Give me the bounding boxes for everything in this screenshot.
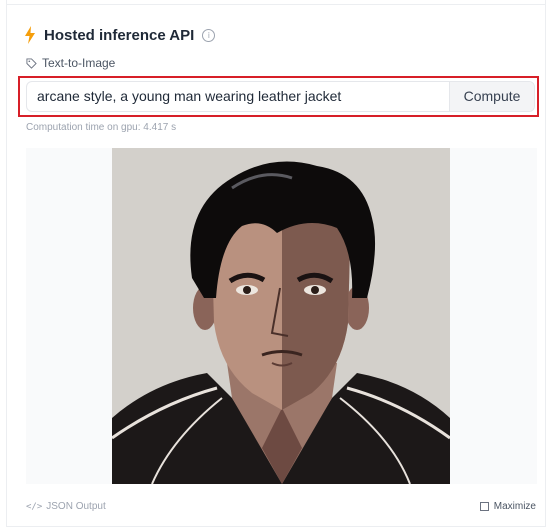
json-output-toggle[interactable]: </> JSON Output [26,501,106,512]
task-type: Text-to-Image [26,55,115,71]
generated-portrait-image [112,148,450,484]
computation-time: Computation time on gpu: 4.417 s [26,122,177,133]
prompt-highlight-box: arcane style, a young man wearing leathe… [18,76,539,117]
task-label: Text-to-Image [42,56,116,70]
maximize-button[interactable]: Maximize [479,501,536,512]
prompt-input-group: arcane style, a young man wearing leathe… [26,81,535,112]
maximize-icon [479,502,489,511]
info-icon[interactable]: i [202,28,216,42]
tag-icon [26,57,37,69]
json-output-label: JSON Output [46,501,106,512]
widget-title: Hosted inference API [44,26,195,44]
lightning-bolt-icon [25,26,35,44]
code-icon: </> [26,501,43,512]
prompt-input[interactable]: arcane style, a young man wearing leathe… [37,82,341,111]
compute-button[interactable]: Compute [449,82,534,111]
maximize-label: Maximize [493,501,536,512]
output-image-panel [26,148,537,484]
widget-header: Hosted inference API i [24,24,216,46]
